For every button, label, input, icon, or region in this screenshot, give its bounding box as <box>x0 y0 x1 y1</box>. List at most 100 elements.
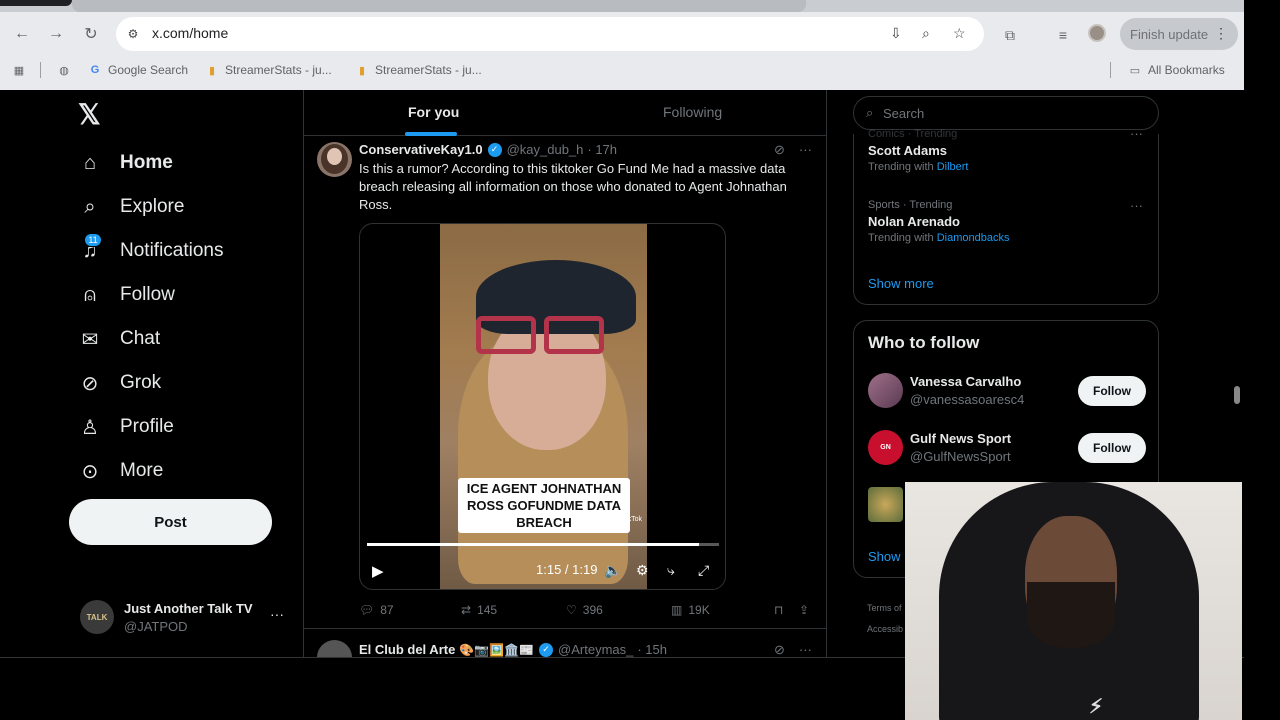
page-scrollbar-thumb[interactable] <box>1234 386 1240 404</box>
trend-item[interactable]: Sports · Trending Nolan Arenado Trending… <box>868 199 1009 244</box>
tweet-avatar[interactable] <box>317 142 352 177</box>
zoom-icon[interactable]: ⌕ <box>922 25 930 42</box>
bookmark-button[interactable]: ⊓ <box>774 603 783 617</box>
share-button[interactable]: ⇪ <box>799 603 809 617</box>
hoodie-logo-icon: ⚡︎ <box>1089 696 1104 718</box>
suggestion-name[interactable]: Vanessa Carvalho <box>910 374 1021 389</box>
nav-explore[interactable]: ⌕ Explore <box>78 192 184 222</box>
grok-explain-icon[interactable]: ⊘ <box>774 642 785 657</box>
account-more-icon[interactable]: ··· <box>270 606 284 622</box>
tweet-video[interactable]: ICE AGENT JOHNATHAN ROSS GOFUNDME DATA B… <box>359 223 726 590</box>
trend-context: Sports · Trending <box>868 199 953 211</box>
tab-following[interactable]: Following <box>663 104 722 120</box>
tweet-time[interactable]: · 15h <box>637 642 667 657</box>
follow-suggestion[interactable]: Vanessa Carvalho @vanessasoaresc4 Follow <box>868 371 1146 411</box>
trend-name: Scott Adams <box>868 143 947 158</box>
nav-home[interactable]: ⌂ Home <box>78 148 173 178</box>
suggestion-avatar[interactable] <box>868 487 903 522</box>
video-progress-bar[interactable] <box>367 543 719 546</box>
media-control-icon[interactable]: ≡ <box>1052 24 1074 46</box>
tab-for-you[interactable]: For you <box>408 104 459 120</box>
volume-icon[interactable]: 🔈 <box>604 562 621 579</box>
follow-button[interactable]: Follow <box>1078 433 1146 463</box>
nav-notifications[interactable]: ♫ 11 Notifications <box>78 233 224 266</box>
forward-icon[interactable]: → <box>44 22 68 46</box>
nav-more[interactable]: ⊙ More <box>78 456 164 486</box>
tweet-more-icon[interactable]: ··· <box>799 142 812 158</box>
address-bar[interactable]: ⚙ x.com/home ⇩ ⌕ ☆ <box>116 17 984 51</box>
like-button[interactable]: ♡ 396 <box>566 603 603 617</box>
timeline: For you Following ConservativeKay1.0 ✓ @… <box>303 90 827 657</box>
repost-icon: ⇄ <box>461 603 472 617</box>
nav-grok[interactable]: ⊘ Grok <box>78 368 162 398</box>
suggestion-avatar[interactable] <box>868 373 903 408</box>
fullscreen-icon[interactable]: ⤢ <box>698 562 709 579</box>
pip-icon[interactable]: ⤷ <box>667 562 675 579</box>
show-more-link[interactable]: Show more <box>868 276 934 291</box>
gulf-news-logo-icon[interactable]: GN <box>868 430 903 465</box>
nav-follow[interactable]: ⍝ Follow <box>78 280 175 310</box>
bookmark-streamerstats-2[interactable]: ▮ StreamerStats - ju... <box>355 63 482 77</box>
reload-icon[interactable]: ↻ <box>79 22 103 46</box>
person-icon: ♙ <box>81 416 99 439</box>
nav-profile[interactable]: ♙ Profile <box>78 412 174 442</box>
play-icon[interactable]: ▶ <box>372 562 384 580</box>
kebab-menu-icon[interactable]: ⋮ <box>1214 25 1228 42</box>
x-logo-icon[interactable]: 𝕏 <box>78 101 104 129</box>
browser-tab-active[interactable] <box>72 0 806 12</box>
nav-chat[interactable]: ✉ Chat <box>78 324 161 354</box>
profile-avatar[interactable] <box>1088 24 1106 42</box>
bookmark-label: Google Search <box>108 63 189 77</box>
tweet-more-icon[interactable]: ··· <box>799 642 812 657</box>
tweet-tools: ⊘ ··· <box>774 142 812 158</box>
tiktok-watermark: TikTok <box>622 516 642 523</box>
trend-item[interactable]: Comics · Trending Scott Adams Trending w… <box>868 128 968 173</box>
bookmark-star-icon[interactable]: ☆ <box>953 25 966 42</box>
show-more-link[interactable]: Show <box>868 549 901 564</box>
avatar-face <box>327 148 342 165</box>
terms-link[interactable]: Terms of <box>867 598 903 619</box>
follow-suggestion[interactable]: GN Gulf News Sport @GulfNewsSport Follow <box>868 428 1146 468</box>
trend-more-icon[interactable]: ··· <box>1130 126 1143 141</box>
trend-with-link[interactable]: Dilbert <box>937 161 969 173</box>
suggestion-name[interactable]: Gulf News Sport <box>910 431 1011 446</box>
tab-search-icon[interactable]: ⧉ <box>999 24 1021 46</box>
bar-chart-icon: ▮ <box>208 64 216 77</box>
grok-explain-icon[interactable]: ⊘ <box>774 142 785 158</box>
url-text[interactable]: x.com/home <box>152 25 228 41</box>
more-circle-icon: ⊙ <box>81 460 99 483</box>
globe-icon[interactable]: ◍ <box>57 63 71 77</box>
page-scrollbar-track[interactable] <box>1244 0 1280 720</box>
finish-update-button[interactable]: Finish update ⋮ <box>1120 18 1238 50</box>
install-icon[interactable]: ⇩ <box>890 25 902 42</box>
tweet-time[interactable]: · 17h <box>587 142 617 157</box>
trend-with-link[interactable]: Diamondbacks <box>937 232 1010 244</box>
site-settings-icon[interactable]: ⚙ <box>124 25 142 43</box>
account-switcher[interactable]: TALK Just Another Talk TV @JATPOD ··· <box>80 598 294 638</box>
post-button[interactable]: Post <box>69 499 272 545</box>
tweet[interactable]: El Club del Arte 🎨📷🖼️🏛️📰 ✓ @Arteymas_ · … <box>304 630 827 657</box>
search-input[interactable]: ⌕ Search <box>853 96 1159 130</box>
trend-with-label: Trending with <box>868 161 934 173</box>
tweet-handle[interactable]: @Arteymas_ <box>558 642 633 657</box>
timeline-tabs: For you Following <box>304 90 827 136</box>
tweet-author-name[interactable]: ConservativeKay1.0 <box>359 142 483 157</box>
bookmark-google-search[interactable]: G Google Search <box>88 63 188 77</box>
back-icon[interactable]: ← <box>10 22 34 46</box>
reply-button[interactable]: 💬︎ 87 <box>359 603 394 617</box>
accessibility-link[interactable]: Accessib <box>867 619 903 640</box>
browser-chrome: ← → ↻ ⚙ x.com/home ⇩ ⌕ ☆ ⧉ ≡ Finish upda… <box>0 0 1244 90</box>
repost-button[interactable]: ⇄ 145 <box>461 603 497 617</box>
apps-icon[interactable]: ▦ <box>12 63 26 77</box>
settings-icon[interactable]: ⚙ <box>636 562 649 579</box>
tweet-handle[interactable]: @kay_dub_h <box>507 142 584 157</box>
tweet-author-name[interactable]: El Club del Arte <box>359 642 455 657</box>
follow-button[interactable]: Follow <box>1078 376 1146 406</box>
browser-tab-left[interactable] <box>0 0 72 6</box>
tweet-avatar[interactable] <box>317 640 352 657</box>
views-button[interactable]: ▥ 19K <box>671 603 710 617</box>
bookmark-streamerstats-1[interactable]: ▮ StreamerStats - ju... <box>205 63 332 77</box>
all-bookmarks[interactable]: ▭ All Bookmarks <box>1128 63 1225 77</box>
trend-more-icon[interactable]: ··· <box>1130 198 1143 213</box>
like-count: 396 <box>582 603 603 617</box>
